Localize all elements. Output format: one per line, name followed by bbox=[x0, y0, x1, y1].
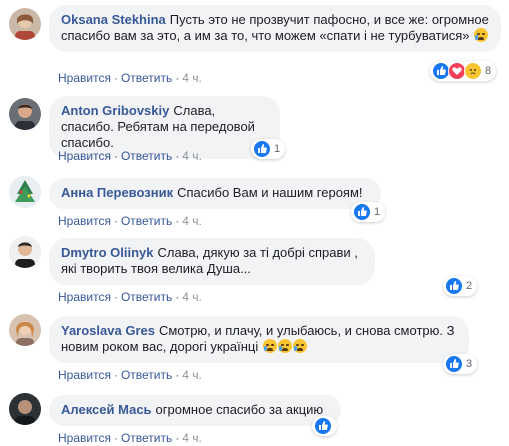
reply-link[interactable]: Ответить bbox=[121, 368, 172, 382]
like-reaction-icon bbox=[445, 277, 463, 295]
reactions-summary[interactable]: 2 bbox=[443, 276, 478, 296]
comment-actions: Нравится · Ответить · 4 ч. bbox=[58, 290, 202, 304]
comment-author[interactable]: Dmytro Oliinyk bbox=[61, 245, 153, 260]
like-reaction-icon bbox=[353, 203, 371, 221]
reactions-summary[interactable] bbox=[312, 416, 337, 436]
comment-author[interactable]: Анна Перевозник bbox=[61, 185, 173, 200]
comment-actions: Нравится · Ответить · 4 ч. bbox=[58, 149, 202, 163]
comment-time[interactable]: 4 ч. bbox=[182, 71, 202, 85]
like-link[interactable]: Нравится bbox=[58, 214, 111, 228]
crying-face-emoji-icon bbox=[474, 28, 489, 42]
reactions-summary[interactable]: 8 bbox=[430, 61, 497, 81]
reactions-summary[interactable]: 1 bbox=[351, 202, 386, 222]
like-reaction-icon bbox=[314, 417, 332, 435]
reaction-count: 2 bbox=[466, 280, 473, 292]
comment-bubble: Oksana Stekhina Пусть это не прозвучит па… bbox=[49, 5, 501, 52]
crying-face-emoji-icon bbox=[262, 339, 277, 353]
sad-reaction-icon bbox=[464, 62, 482, 80]
comment-time[interactable]: 4 ч. bbox=[182, 214, 202, 228]
reactions-summary[interactable]: 1 bbox=[251, 139, 286, 159]
avatar[interactable] bbox=[9, 314, 41, 346]
reaction-count: 3 bbox=[466, 358, 473, 370]
avatar[interactable] bbox=[9, 236, 41, 268]
comment-actions: Нравится · Ответить · 4 ч. bbox=[58, 368, 202, 382]
comment-actions: Нравится · Ответить · 4 ч. bbox=[58, 431, 202, 445]
reply-link[interactable]: Ответить bbox=[121, 71, 172, 85]
comment-actions: Нравится · Ответить · 4 ч. bbox=[58, 214, 202, 228]
reaction-count: 8 bbox=[485, 65, 492, 77]
comment-actions: Нравится · Ответить · 4 ч. bbox=[58, 71, 202, 85]
reaction-count: 1 bbox=[374, 206, 381, 218]
reaction-count: 1 bbox=[274, 143, 281, 155]
comment-time[interactable]: 4 ч. bbox=[182, 431, 202, 445]
avatar[interactable] bbox=[9, 393, 41, 425]
like-link[interactable]: Нравится bbox=[58, 368, 111, 382]
crying-face-emoji-icon bbox=[277, 339, 292, 353]
comment-author[interactable]: Алексей Мась bbox=[61, 402, 152, 417]
like-link[interactable]: Нравится bbox=[58, 431, 111, 445]
comment-time[interactable]: 4 ч. bbox=[182, 290, 202, 304]
comment-time[interactable]: 4 ч. bbox=[182, 149, 202, 163]
comment-bubble: Dmytro Oliinyk Слава, дякую за ті добрі с… bbox=[49, 238, 375, 285]
comment-author[interactable]: Anton Gribovskiy bbox=[61, 103, 169, 118]
comment-bubble: Yaroslava Gres Смотрю, и плачу, и улыбаюс… bbox=[49, 316, 469, 363]
avatar[interactable] bbox=[9, 176, 41, 208]
comment-author[interactable]: Yaroslava Gres bbox=[61, 323, 155, 338]
reply-link[interactable]: Ответить bbox=[121, 431, 172, 445]
like-reaction-icon bbox=[445, 355, 463, 373]
reply-link[interactable]: Ответить bbox=[121, 214, 172, 228]
avatar[interactable] bbox=[9, 98, 41, 130]
like-link[interactable]: Нравится bbox=[58, 149, 111, 163]
reply-link[interactable]: Ответить bbox=[121, 290, 172, 304]
comment-text: Спасибо Вам и нашим героям! bbox=[177, 185, 363, 200]
reply-link[interactable]: Ответить bbox=[121, 149, 172, 163]
comment-bubble: Алексей Мась огромное спасибо за акцию bbox=[49, 395, 341, 426]
like-link[interactable]: Нравится bbox=[58, 290, 111, 304]
avatar[interactable] bbox=[9, 8, 41, 40]
comment-author[interactable]: Oksana Stekhina bbox=[61, 12, 166, 27]
comment-time[interactable]: 4 ч. bbox=[182, 368, 202, 382]
comment-text: огромное спасибо за акцию bbox=[155, 402, 324, 417]
like-reaction-icon bbox=[253, 140, 271, 158]
reactions-summary[interactable]: 3 bbox=[443, 354, 478, 374]
like-link[interactable]: Нравится bbox=[58, 71, 111, 85]
crying-face-emoji-icon bbox=[292, 339, 307, 353]
comment-bubble: Анна Перевозник Спасибо Вам и нашим героя… bbox=[49, 178, 381, 209]
